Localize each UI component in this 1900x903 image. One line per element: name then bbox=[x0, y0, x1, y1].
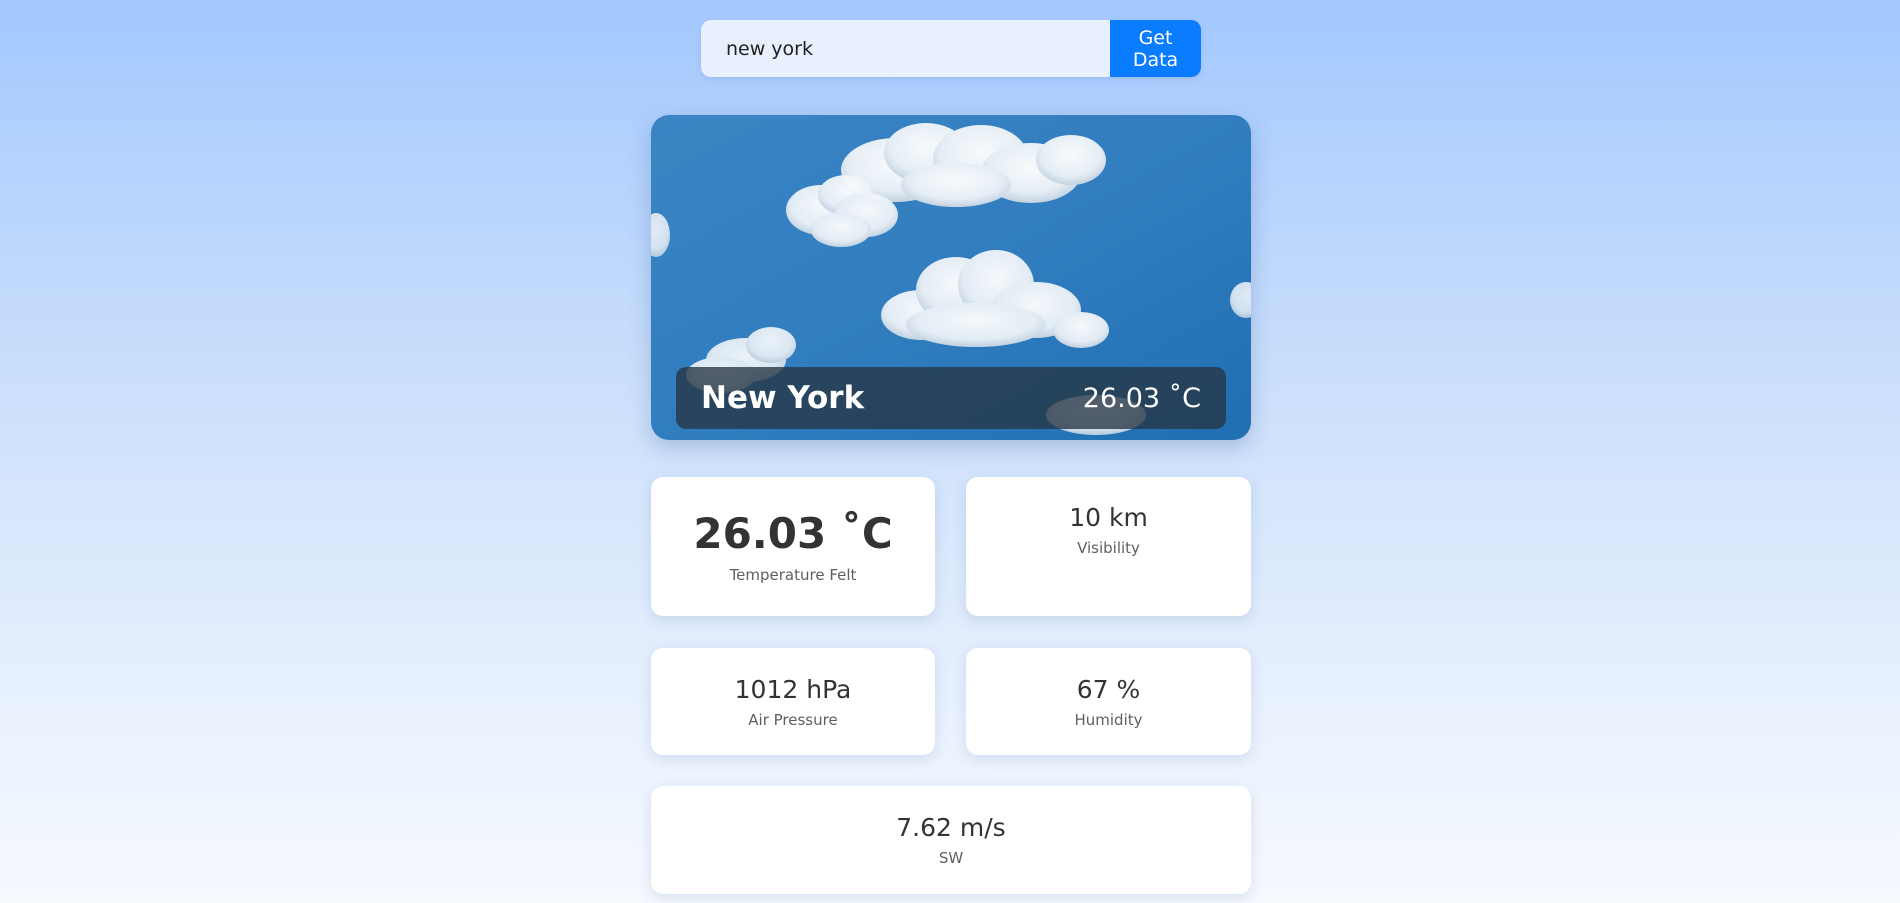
temperature-felt-value: 26.03 ˚C bbox=[693, 509, 893, 559]
wind-direction-label: SW bbox=[938, 849, 964, 867]
temperature-felt-label: Temperature Felt bbox=[729, 565, 857, 584]
humidity-label: Humidity bbox=[1074, 710, 1143, 729]
humidity-card: 67 % Humidity bbox=[966, 648, 1251, 755]
air-pressure-value: 1012 hPa bbox=[734, 674, 852, 704]
weather-hero-card: New York 26.03 ˚C bbox=[651, 115, 1251, 440]
air-pressure-card: 1012 hPa Air Pressure bbox=[651, 648, 935, 755]
visibility-value: 10 km bbox=[1069, 503, 1148, 532]
city-search-input[interactable] bbox=[701, 20, 1110, 77]
air-pressure-label: Air Pressure bbox=[748, 710, 838, 729]
wind-card: 7.62 m/s SW bbox=[651, 786, 1251, 894]
visibility-label: Visibility bbox=[1077, 539, 1140, 557]
current-temperature: 26.03 ˚C bbox=[1082, 382, 1201, 414]
wind-speed-value: 7.62 m/s bbox=[896, 813, 1006, 842]
humidity-value: 67 % bbox=[1076, 674, 1141, 704]
hero-info-bar: New York 26.03 ˚C bbox=[676, 367, 1226, 429]
get-data-button[interactable]: Get Data bbox=[1110, 20, 1201, 77]
search-bar: Get Data bbox=[701, 20, 1201, 77]
temperature-felt-card: 26.03 ˚C Temperature Felt bbox=[651, 477, 935, 616]
visibility-card: 10 km Visibility bbox=[966, 477, 1251, 616]
city-name: New York bbox=[701, 380, 865, 416]
